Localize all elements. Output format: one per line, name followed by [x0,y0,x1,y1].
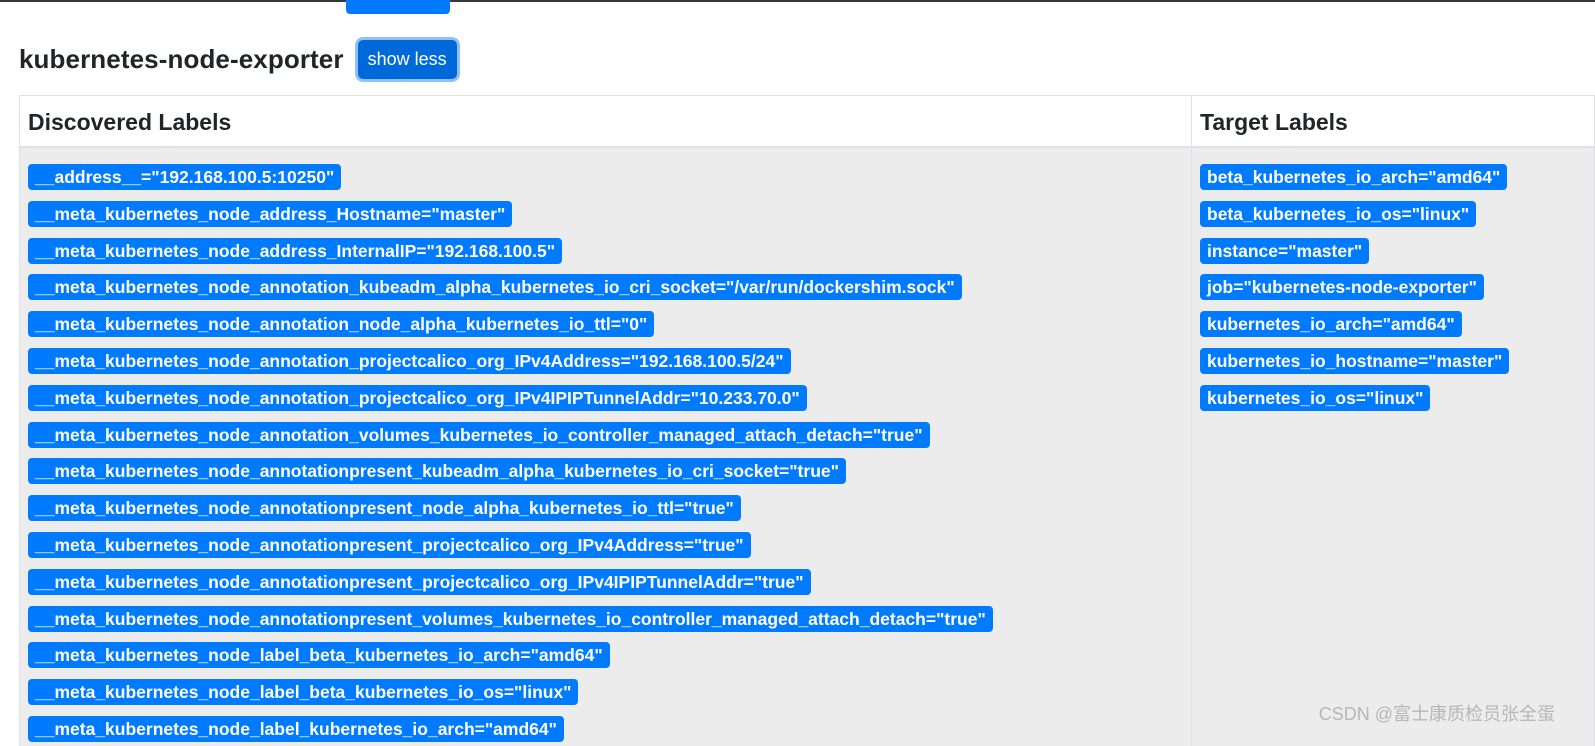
target-labels-cell: beta_kubernetes_io_arch="amd64" beta_kube… [1191,146,1595,746]
target-label-badge: beta_kubernetes_io_os="linux" [1200,200,1477,227]
discovered-label-badge: __meta_kubernetes_node_annotation_node_a… [28,311,655,338]
target-label-badge: kubernetes_io_os="linux" [1200,384,1431,411]
discovered-label-badge: __meta_kubernetes_node_annotationpresent… [28,605,993,632]
discovered-label-badge: __meta_kubernetes_node_annotation_volume… [28,421,930,448]
discovered-label-badge: __meta_kubernetes_node_label_beta_kubern… [28,679,579,706]
target-label-badge: instance="master" [1200,237,1370,264]
discovered-label-badge: __meta_kubernetes_node_annotationpresent… [28,458,846,485]
discovered-label-badge: __meta_kubernetes_node_address_InternalI… [28,237,563,264]
labels-table: Discovered Labels Target Labels __addres… [19,95,1595,746]
target-labels-list: beta_kubernetes_io_arch="amd64" beta_kube… [1200,164,1586,422]
discovered-label-badge: __meta_kubernetes_node_annotation_projec… [28,347,791,374]
target-label-badge: kubernetes_io_arch="amd64" [1200,311,1462,338]
discovered-label-badge: __meta_kubernetes_node_annotation_kubead… [28,274,962,301]
discovered-label-badge: __meta_kubernetes_node_annotation_projec… [28,384,807,411]
table-header-row: Discovered Labels Target Labels [19,95,1595,148]
target-label-badge: beta_kubernetes_io_arch="amd64" [1200,164,1508,190]
discovered-label-badge: __meta_kubernetes_node_annotationpresent… [28,531,751,558]
job-title: kubernetes-node-exporter [19,44,344,74]
show-less-button[interactable]: show less [357,40,457,79]
top-border [0,0,1595,2]
discovered-label-badge: __meta_kubernetes_node_label_kubernetes_… [28,715,564,742]
discovered-label-badge: __meta_kubernetes_node_address_Hostname=… [28,200,513,227]
table-row: __address__="192.168.100.5:10250" __meta_… [19,146,1595,746]
discovered-label-badge: __address__="192.168.100.5:10250" [28,164,342,190]
section-header: kubernetes-node-exporter show less [19,40,457,79]
page: kubernetes-node-exporter show less Disco… [0,0,1595,746]
target-label-badge: job="kubernetes-node-exporter" [1200,274,1484,301]
previous-section-toggle-button[interactable] [346,0,450,14]
target-labels-header: Target Labels [1191,95,1595,148]
discovered-label-badge: __meta_kubernetes_node_label_beta_kubern… [28,642,610,669]
discovered-label-badge: __meta_kubernetes_node_annotationpresent… [28,568,811,595]
discovered-labels-header: Discovered Labels [19,95,1192,148]
discovered-labels-cell: __address__="192.168.100.5:10250" __meta_… [19,146,1192,746]
discovered-label-badge: __meta_kubernetes_node_annotationpresent… [28,495,741,522]
discovered-labels-list: __address__="192.168.100.5:10250" __meta_… [28,164,1183,746]
watermark: CSDN @富士康质检员张全蛋 [1318,704,1555,724]
target-label-badge: kubernetes_io_hostname="master" [1200,347,1510,374]
